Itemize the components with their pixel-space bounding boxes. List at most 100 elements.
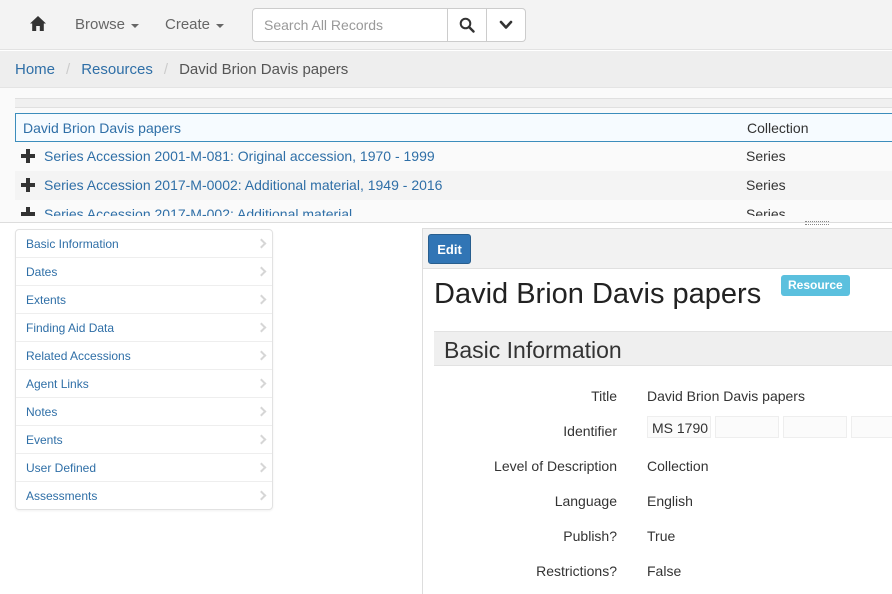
tree-row-title[interactable]: David Brion Davis papers — [23, 120, 181, 136]
record-sidebar: Basic Information Dates Extents Finding … — [15, 229, 273, 510]
section-title: Basic Information — [444, 337, 622, 363]
caret-down-icon — [131, 23, 140, 28]
chevron-right-icon — [256, 322, 267, 333]
breadcrumb-current: David Brion Davis papers — [179, 61, 349, 78]
sidebar-item-assessments[interactable]: Assessments — [16, 482, 272, 510]
identifier-part-empty — [783, 416, 847, 438]
sidebar-item-agent-links[interactable]: Agent Links — [16, 370, 272, 398]
identifier-part-empty — [715, 416, 779, 438]
home-icon[interactable] — [28, 14, 48, 34]
sidebar-item-related-accessions[interactable]: Related Accessions — [16, 342, 272, 370]
chevron-right-icon — [256, 490, 267, 501]
field-publish: Publish? True — [423, 521, 892, 551]
search-group — [252, 8, 526, 42]
breadcrumb-separator: / — [163, 61, 169, 78]
sidebar-item-label: Notes — [26, 405, 58, 419]
field-identifier: Identifier MS 1790 — [423, 416, 892, 446]
caret-down-icon — [216, 23, 225, 28]
chevron-right-icon — [256, 406, 267, 417]
chevron-right-icon — [256, 266, 267, 277]
chevron-right-icon — [256, 350, 267, 361]
breadcrumb-home-link[interactable]: Home — [15, 61, 55, 78]
breadcrumb-bar: Home / Resources / David Brion Davis pap… — [0, 51, 892, 88]
sidebar-item-events[interactable]: Events — [16, 426, 272, 454]
field-value: Collection — [647, 458, 709, 474]
field-title: Title David Brion Davis papers — [423, 381, 892, 411]
tree-row-title[interactable]: Series Accession 2001-M-081: Original ac… — [44, 148, 435, 164]
field-value: True — [647, 528, 676, 544]
identifier-part: MS 1790 — [647, 416, 711, 438]
edit-button[interactable]: Edit — [428, 234, 471, 264]
sidebar-item-finding-aid-data[interactable]: Finding Aid Data — [16, 314, 272, 342]
search-options-button[interactable] — [487, 8, 526, 42]
tree-viewport[interactable]: David Brion Davis papers Collection Seri… — [15, 113, 892, 216]
sidebar-item-dates[interactable]: Dates — [16, 258, 272, 286]
record-type-badge: Resource — [781, 275, 850, 296]
field-restrictions: Restrictions? False — [423, 556, 892, 586]
chevron-right-icon — [256, 434, 267, 445]
chevron-right-icon — [256, 294, 267, 305]
tree-row[interactable]: Series Accession 2001-M-081: Original ac… — [15, 142, 892, 171]
section-header-basic-information: Basic Information — [434, 331, 892, 366]
field-label: Level of Description — [494, 458, 617, 474]
sidebar-item-basic-information[interactable]: Basic Information — [16, 230, 272, 258]
sidebar-item-extents[interactable]: Extents — [16, 286, 272, 314]
tree-row[interactable]: Series Accession 2017-M-0002: Additional… — [15, 171, 892, 200]
identifier-parts: MS 1790 — [647, 416, 892, 438]
identifier-part-empty — [851, 416, 892, 438]
sidebar-item-label: Agent Links — [26, 377, 89, 391]
tree-row-title[interactable]: Series Accession 2017-M-0002: Additional… — [44, 177, 442, 193]
tree-row-level: Series — [746, 148, 786, 164]
breadcrumb-separator: / — [66, 61, 71, 78]
sidebar-item-user-defined[interactable]: User Defined — [16, 454, 272, 482]
search-icon — [459, 17, 475, 33]
field-value: English — [647, 493, 693, 509]
field-value: David Brion Davis papers — [647, 388, 805, 404]
browse-menu[interactable]: Browse — [75, 16, 140, 33]
chevron-right-icon — [256, 238, 267, 249]
tree-row-level: Series — [746, 206, 786, 216]
browse-label: Browse — [75, 16, 126, 33]
chevron-down-icon — [499, 20, 513, 29]
create-menu[interactable]: Create — [165, 16, 225, 33]
tree-toolbar — [15, 98, 892, 108]
pane-divider — [0, 222, 892, 223]
sidebar-item-label: Extents — [26, 293, 67, 307]
field-level-of-description: Level of Description Collection — [423, 451, 892, 481]
expand-plus-icon[interactable] — [21, 149, 35, 163]
field-label: Publish? — [563, 528, 617, 544]
field-label: Identifier — [563, 423, 617, 439]
chevron-right-icon — [256, 378, 267, 389]
sidebar-item-label: Related Accessions — [26, 349, 131, 363]
expand-plus-icon[interactable] — [21, 178, 35, 192]
breadcrumb: Home / Resources / David Brion Davis pap… — [15, 61, 348, 78]
tree-row-root[interactable]: David Brion Davis papers Collection — [15, 113, 892, 142]
tree-row-level: Series — [746, 177, 786, 193]
breadcrumb-resources-link[interactable]: Resources — [81, 61, 153, 78]
tree-resize-handle[interactable] — [805, 221, 829, 227]
resource-tree: David Brion Davis papers Collection Seri… — [0, 88, 892, 222]
sidebar-item-label: Finding Aid Data — [26, 321, 115, 335]
expand-plus-icon[interactable] — [21, 207, 35, 216]
field-value: False — [647, 563, 682, 579]
top-navbar: Browse Create — [0, 0, 892, 50]
sidebar-item-label: Assessments — [26, 489, 98, 503]
search-input[interactable] — [252, 8, 448, 42]
create-label: Create — [165, 16, 211, 33]
sidebar-item-label: Events — [26, 433, 63, 447]
field-label: Language — [554, 493, 617, 509]
sidebar-item-label: Dates — [26, 265, 58, 279]
field-label: Restrictions? — [536, 563, 617, 579]
sidebar-item-notes[interactable]: Notes — [16, 398, 272, 426]
record-toolbar: Edit — [423, 229, 892, 269]
sidebar-item-label: Basic Information — [26, 237, 119, 251]
chevron-right-icon — [256, 462, 267, 473]
field-label: Title — [591, 388, 617, 404]
sidebar-item-label: User Defined — [26, 461, 97, 475]
field-language: Language English — [423, 486, 892, 516]
search-button[interactable] — [448, 8, 487, 42]
tree-row-title[interactable]: Series Accession 2017-M-002: Additional … — [44, 206, 352, 216]
record-title: David Brion Davis papers — [434, 278, 762, 310]
tree-row-level: Collection — [747, 120, 809, 136]
tree-row[interactable]: Series Accession 2017-M-002: Additional … — [15, 200, 892, 216]
